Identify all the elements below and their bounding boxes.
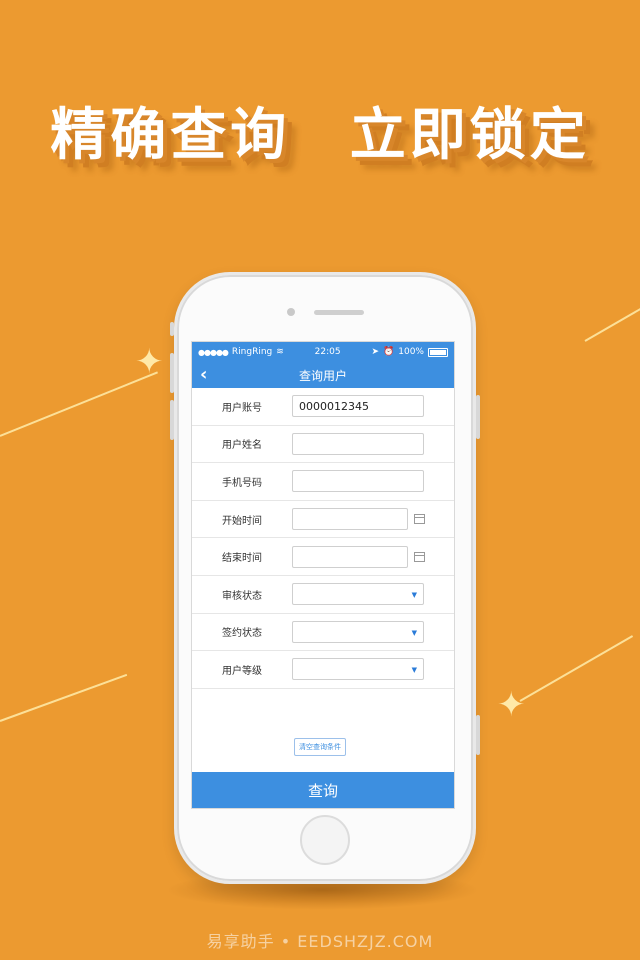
calendar-icon[interactable] — [414, 514, 425, 525]
contract-status-select[interactable]: ▼ — [292, 620, 424, 643]
page-title: 查询用户 — [298, 368, 347, 383]
volume-up-button — [170, 353, 174, 393]
mute-switch — [170, 322, 174, 336]
phone-input[interactable] — [292, 470, 424, 493]
back-chevron-icon[interactable]: ‹ — [200, 364, 207, 385]
clear-conditions-button[interactable]: 清空查询条件 — [294, 738, 346, 756]
light-beam-right — [519, 635, 634, 702]
promo-headline: 精确查询 立即锁定 — [0, 90, 640, 171]
light-beam-left-lower — [0, 673, 128, 722]
battery-percent: 100% — [398, 347, 424, 357]
user-level-label: 用户等级 — [222, 665, 262, 677]
wifi-icon: ≋ — [276, 347, 284, 357]
phone-label: 手机号码 — [222, 477, 262, 489]
home-button[interactable] — [300, 815, 350, 865]
app-screen: ●●●●● RingRing ≋ 22:05 ➤ ⏰ 100% ‹ 查询用户 用… — [191, 341, 455, 809]
light-beam-right-upper — [584, 305, 640, 342]
nav-bar: ‹ 查询用户 — [192, 362, 454, 388]
form-row-phone: 手机号码 — [192, 463, 454, 501]
alarm-icon: ⏰ — [383, 347, 395, 357]
dropdown-arrow-icon: ▼ — [411, 628, 417, 637]
power-button — [476, 395, 480, 439]
headline-left: 精确查询 — [50, 103, 291, 168]
dropdown-arrow-icon: ▼ — [411, 666, 417, 675]
form-row-start-time: 开始时间 — [192, 501, 454, 539]
sparkle-icon: ✦ — [497, 685, 526, 725]
carrier-name: RingRing — [231, 347, 273, 357]
end-time-input[interactable] — [292, 545, 408, 568]
query-button[interactable]: 查询 — [192, 772, 454, 808]
name-input[interactable] — [292, 432, 424, 455]
dropdown-arrow-icon: ▼ — [411, 591, 417, 600]
signal-dots-icon: ●●●●● — [198, 347, 229, 357]
calendar-icon[interactable] — [414, 551, 425, 562]
end-time-label: 结束时间 — [222, 553, 262, 565]
form-row-account: 用户账号 0000012345 — [192, 388, 454, 426]
volume-down-button — [170, 400, 174, 440]
account-input[interactable]: 0000012345 — [292, 395, 424, 418]
form-row-end-time: 结束时间 — [192, 538, 454, 576]
headline-right: 立即锁定 — [349, 103, 590, 168]
review-status-select[interactable]: ▼ — [292, 583, 424, 606]
start-time-label: 开始时间 — [222, 515, 262, 527]
form-row-contract-status: 签约状态 ▼ — [192, 614, 454, 652]
form-row-user-level: 用户等级 ▼ — [192, 651, 454, 689]
form-row-name: 用户姓名 — [192, 426, 454, 464]
sparkle-icon: ✦ — [135, 342, 164, 382]
side-button-lower — [476, 715, 480, 755]
watermark: 易享助手 • EEDSHZJZ.COM — [206, 932, 434, 951]
start-time-input[interactable] — [292, 508, 408, 531]
status-time: 22:05 — [314, 347, 341, 357]
location-icon: ➤ — [371, 347, 380, 357]
speaker-grille — [314, 310, 364, 315]
query-form: 用户账号 0000012345 用户姓名 手机号码 开始时间 结束时间 审核状态… — [192, 388, 454, 689]
front-camera — [287, 308, 295, 316]
battery-icon — [427, 347, 448, 357]
contract-status-label: 签约状态 — [222, 628, 262, 640]
status-bar: ●●●●● RingRing ≋ 22:05 ➤ ⏰ 100% — [192, 342, 454, 362]
name-label: 用户姓名 — [222, 440, 262, 452]
phone-frame: ●●●●● RingRing ≋ 22:05 ➤ ⏰ 100% ‹ 查询用户 用… — [170, 272, 480, 884]
form-row-review-status: 审核状态 ▼ — [192, 576, 454, 614]
review-status-label: 审核状态 — [222, 590, 262, 602]
account-label: 用户账号 — [222, 402, 262, 414]
user-level-select[interactable]: ▼ — [292, 658, 424, 681]
